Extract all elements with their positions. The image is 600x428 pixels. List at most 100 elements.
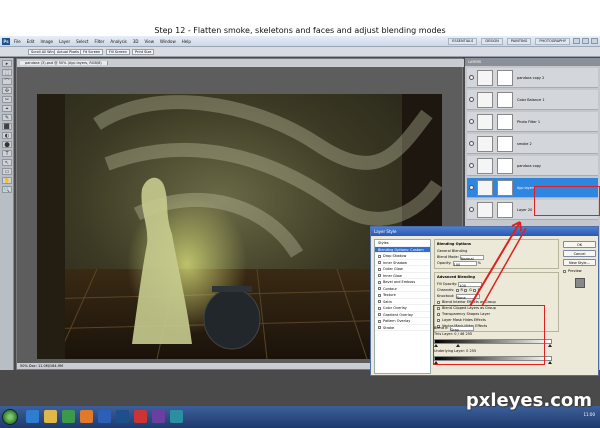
minimize-button[interactable]: [573, 38, 580, 44]
workspace-painting[interactable]: PAINTING: [506, 38, 532, 45]
tool-3[interactable]: ✣: [2, 87, 12, 94]
taskbar-icon-app8[interactable]: [152, 410, 165, 423]
start-button[interactable]: [2, 409, 18, 425]
tool-14[interactable]: 🔍: [2, 186, 12, 193]
menu-item-filter[interactable]: Filter: [94, 39, 104, 44]
menu-item-3d[interactable]: 3D: [133, 39, 139, 44]
step-caption: Step 12 - Flatten smoke, skeletons and f…: [154, 26, 446, 35]
taskbar-icon-word[interactable]: [98, 410, 111, 423]
menubar: Ps File Edit Image Layer Select Filter Analysi…: [0, 36, 600, 47]
menu-item-select[interactable]: Select: [76, 39, 88, 44]
style-checkbox[interactable]: [378, 306, 381, 310]
tool-1[interactable]: ⬚: [2, 69, 12, 76]
option-actual-pixels[interactable]: Actual Pixels: [54, 49, 82, 55]
tool-13[interactable]: ✋: [2, 177, 12, 184]
workspace-design[interactable]: DESIGN: [481, 38, 503, 45]
layer-mask-thumbnail[interactable]: [497, 114, 513, 130]
eye-icon[interactable]: [469, 119, 474, 124]
watermark: pxleyes.com: [465, 390, 592, 411]
style-checkbox[interactable]: [378, 319, 381, 323]
ok-button[interactable]: OK: [563, 241, 596, 248]
eye-icon[interactable]: [469, 75, 474, 80]
layer-row[interactable]: pandora copy: [467, 156, 598, 176]
tool-0[interactable]: ▸: [2, 60, 12, 67]
menu-items: File Edit Image Layer Select Filter Analysis 3D…: [14, 39, 191, 44]
tool-5[interactable]: ⌖: [2, 105, 12, 112]
layer-row[interactable]: Color Balance 1: [467, 90, 598, 110]
menu-item-image[interactable]: Image: [40, 39, 53, 44]
eye-icon[interactable]: [469, 97, 474, 102]
new-style-button[interactable]: New Style...: [563, 259, 596, 266]
this-layer-white-handle[interactable]: [548, 344, 552, 347]
underlying-white-handle[interactable]: [548, 361, 552, 364]
menu-item-edit[interactable]: Edit: [27, 39, 35, 44]
taskbar-icon-media[interactable]: [62, 410, 75, 423]
style-item[interactable]: Stroke: [375, 325, 430, 331]
layer-name: pandora copy 2: [517, 76, 545, 80]
style-checkbox[interactable]: [378, 280, 381, 284]
layers-panel-header[interactable]: LAYERS: [465, 58, 600, 66]
menu-item-analysis[interactable]: Analysis: [110, 39, 126, 44]
menu-item-view[interactable]: View: [145, 39, 155, 44]
layer-thumbnail: [477, 114, 493, 130]
option-fill-screen[interactable]: Fill Screen: [106, 49, 130, 55]
menu-item-window[interactable]: Window: [160, 39, 176, 44]
menu-item-help[interactable]: Help: [182, 39, 191, 44]
menu-item-layer[interactable]: Layer: [59, 39, 70, 44]
tool-2[interactable]: ⌒: [2, 78, 12, 85]
style-checkbox[interactable]: [378, 254, 381, 258]
layer-thumbnail: [477, 158, 493, 174]
taskbar-icon-app9[interactable]: [170, 410, 183, 423]
menu-item-file[interactable]: File: [14, 39, 21, 44]
annotation-arrow: [469, 221, 527, 307]
close-button[interactable]: [591, 38, 598, 44]
taskbar-icon-photoshop[interactable]: [116, 410, 129, 423]
option-fit-screen[interactable]: Fit Screen: [80, 49, 104, 55]
pot: [203, 288, 261, 350]
toolbox: ▸ ⬚ ⌒ ✣ ✂ ⌖ ✎ ⬛ ◐ ⬤ T ↖ ▭ ✋ 🔍: [0, 58, 14, 370]
workspace-essentials[interactable]: ESSENTIALS: [448, 38, 478, 45]
tool-6[interactable]: ✎: [2, 114, 12, 121]
style-preview-swatch: [574, 278, 585, 288]
taskbar-icon-app7[interactable]: [134, 410, 147, 423]
layer-mask-thumbnail[interactable]: [497, 158, 513, 174]
layer-mask-thumbnail[interactable]: [497, 70, 513, 86]
layer-row[interactable]: pandora copy 2: [467, 68, 598, 88]
tool-7[interactable]: ⬛: [2, 123, 12, 130]
tool-10[interactable]: T: [2, 150, 12, 157]
workspace-photography[interactable]: PHOTOGRAPHY: [535, 38, 570, 45]
tool-4[interactable]: ✂: [2, 96, 12, 103]
layer-name: Ayp layers: [517, 186, 536, 190]
layer-mask-thumbnail[interactable]: [497, 136, 513, 152]
taskbar-icon-ie[interactable]: [26, 410, 39, 423]
workspace-switcher: ESSENTIALS DESIGN PAINTING PHOTOGRAPHY: [448, 38, 570, 45]
style-checkbox[interactable]: [378, 300, 381, 303]
layer-mask-thumbnail[interactable]: [497, 180, 513, 196]
maximize-button[interactable]: [582, 38, 589, 44]
style-checkbox[interactable]: [378, 261, 381, 264]
tool-12[interactable]: ▭: [2, 168, 12, 175]
preview-checkbox[interactable]: Preview: [563, 268, 596, 274]
taskbar-icon-explorer[interactable]: [44, 410, 57, 423]
eye-icon[interactable]: [469, 185, 474, 190]
tool-8[interactable]: ◐: [2, 132, 12, 139]
eye-icon[interactable]: [469, 163, 474, 168]
layer-row[interactable]: Photo Filter 1: [467, 112, 598, 132]
style-checkbox[interactable]: [378, 313, 381, 316]
style-checkbox[interactable]: [378, 267, 381, 271]
layer-name: smoke 2: [517, 142, 532, 146]
style-checkbox[interactable]: [378, 326, 381, 329]
style-checkbox[interactable]: [378, 293, 381, 297]
eye-icon[interactable]: [469, 207, 474, 212]
eye-icon[interactable]: [469, 141, 474, 146]
tool-11[interactable]: ↖: [2, 159, 12, 166]
layer-row[interactable]: smoke 2: [467, 134, 598, 154]
style-checkbox[interactable]: [378, 274, 381, 277]
option-print-size[interactable]: Print Size: [132, 49, 155, 55]
cancel-button[interactable]: Cancel: [563, 250, 596, 257]
tool-9[interactable]: ⬤: [2, 141, 12, 148]
layer-mask-thumbnail[interactable]: [497, 92, 513, 108]
document-tab[interactable]: pandora (3).psd @ 50% (Ayp layers, RGB/8…: [17, 59, 464, 67]
taskbar-icon-firefox[interactable]: [80, 410, 93, 423]
style-checkbox[interactable]: [378, 287, 381, 290]
